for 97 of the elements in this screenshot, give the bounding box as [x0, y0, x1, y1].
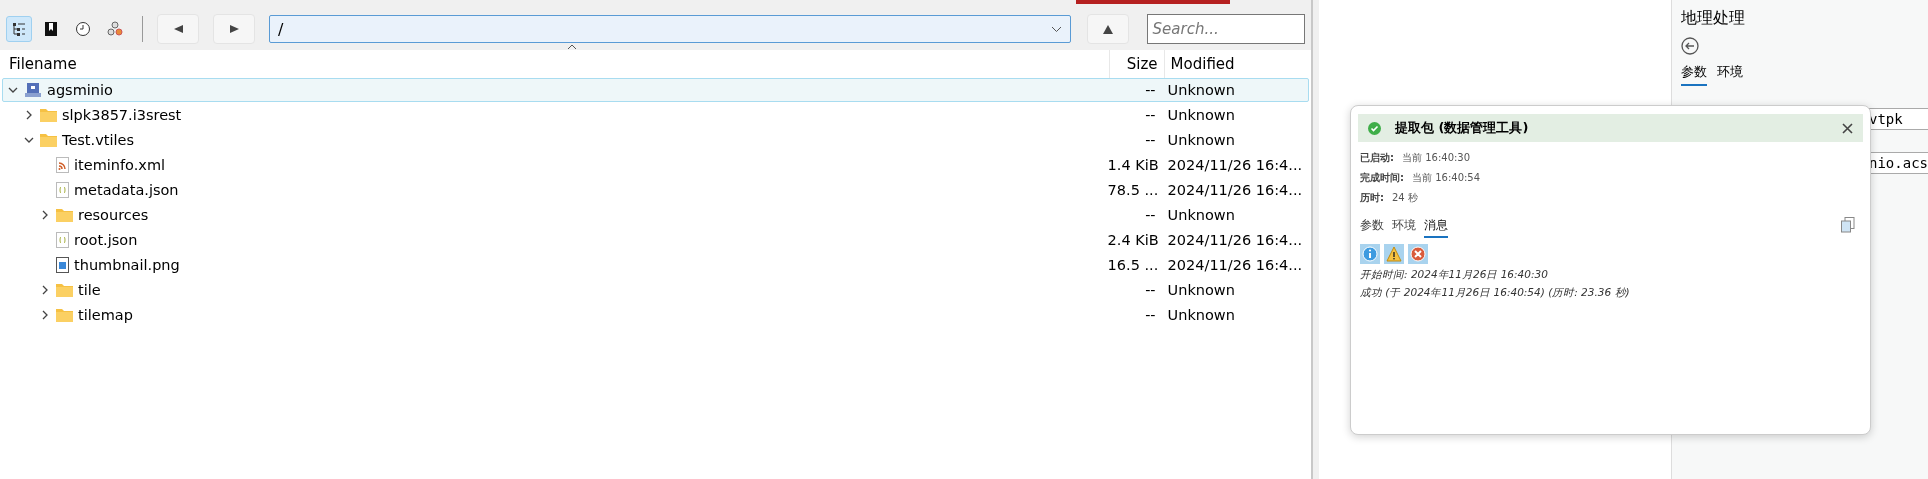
bookmark-icon	[43, 21, 59, 37]
collapsed-chevron-icon[interactable]	[40, 310, 50, 320]
file-size: --	[1144, 107, 1157, 123]
file-modified: Unknown	[1166, 132, 1236, 148]
sort-caret-icon	[567, 44, 577, 50]
info-value: 当前 16:40:30	[1402, 151, 1471, 165]
forward-button[interactable]	[213, 14, 255, 44]
file-modified: Unknown	[1166, 282, 1236, 298]
file-name: Test.vtiles	[62, 132, 134, 148]
file-name: agsminio	[47, 82, 113, 98]
popup-tab[interactable]: 环境	[1392, 217, 1416, 238]
expanded-chevron-icon[interactable]	[8, 85, 18, 95]
back-arrow-icon	[173, 25, 183, 33]
collapsed-chevron-icon[interactable]	[40, 285, 50, 295]
file-name: iteminfo.xml	[74, 157, 166, 173]
popup-tab[interactable]: 参数	[1360, 217, 1384, 238]
file-size: 16.5 ...	[1107, 257, 1160, 273]
json-file-icon	[56, 232, 69, 248]
message-filter-button[interactable]	[1408, 244, 1428, 264]
file-row[interactable]: tile -- Unknown	[2, 278, 1309, 302]
file-row[interactable]: thumbnail.png 16.5 ... 2024/11/26 16:4...	[2, 253, 1309, 277]
file-name: thumbnail.png	[74, 257, 180, 273]
file-size: 2.4 KiB	[1107, 232, 1160, 248]
back-circle-icon[interactable]	[1681, 37, 1699, 55]
up-arrow-icon	[1102, 24, 1113, 34]
file-row[interactable]: resources -- Unknown	[2, 203, 1309, 227]
message-filter-button[interactable]	[1384, 244, 1404, 264]
popup-title: 提取包 (数据管理工具)	[1395, 119, 1530, 137]
back-button[interactable]	[157, 14, 199, 44]
file-modified: Unknown	[1166, 207, 1236, 223]
column-header[interactable]: Filename	[0, 55, 1109, 73]
file-row[interactable]: root.json 2.4 KiB 2024/11/26 16:4...	[2, 228, 1309, 252]
file-modified: 2024/11/26 16:4...	[1166, 257, 1304, 273]
file-row[interactable]: iteminfo.xml 1.4 KiB 2024/11/26 16:4...	[2, 153, 1309, 177]
file-size: --	[1144, 282, 1157, 298]
file-size: 1.4 KiB	[1107, 157, 1160, 173]
folder-icon	[56, 283, 73, 297]
error-icon	[1410, 246, 1426, 262]
file-name: tile	[78, 282, 101, 298]
folder-icon	[56, 208, 73, 222]
popup-tab[interactable]: 消息	[1424, 217, 1448, 238]
file-row[interactable]: agsminio -- Unknown	[2, 78, 1309, 102]
file-modified: 2024/11/26 16:4...	[1166, 182, 1304, 198]
tree-view-icon	[11, 21, 27, 37]
file-name: tilemap	[78, 307, 133, 323]
forward-arrow-icon	[229, 25, 239, 33]
search-field[interactable]: Search...	[1146, 14, 1305, 44]
warning-icon	[1386, 246, 1402, 262]
expanded-chevron-icon[interactable]	[24, 135, 34, 145]
file-size: --	[1144, 307, 1157, 323]
drive-icon	[24, 82, 42, 98]
file-row[interactable]: slpk3857.i3srest -- Unknown	[2, 103, 1309, 127]
file-name: slpk3857.i3srest	[62, 107, 182, 123]
folder-icon	[40, 108, 57, 122]
file-size: --	[1144, 82, 1157, 98]
image-file-icon	[56, 257, 69, 273]
network-icon	[107, 21, 123, 37]
folder-icon	[40, 133, 57, 147]
close-icon[interactable]	[1842, 122, 1853, 134]
file-size: 78.5 ...	[1107, 182, 1160, 198]
file-modified: Unknown	[1166, 307, 1236, 323]
folder-icon	[56, 308, 73, 322]
file-modified: 2024/11/26 16:4...	[1166, 232, 1304, 248]
pane-title: 地理处理	[1681, 8, 1746, 29]
file-modified: Unknown	[1166, 82, 1236, 98]
info-label: 历时:	[1360, 191, 1384, 205]
file-row[interactable]: metadata.json 78.5 ... 2024/11/26 16:4...	[2, 178, 1309, 202]
file-size: --	[1144, 207, 1157, 223]
info-value: 24 秒	[1392, 191, 1418, 205]
file-modified: Unknown	[1166, 107, 1236, 123]
pane-tab[interactable]: 参数	[1681, 63, 1707, 86]
file-row[interactable]: Test.vtiles -- Unknown	[2, 128, 1309, 152]
success-check-icon	[1368, 121, 1381, 135]
collapsed-chevron-icon[interactable]	[40, 210, 50, 220]
up-button[interactable]	[1086, 14, 1129, 44]
file-name: root.json	[74, 232, 138, 248]
copy-icon[interactable]	[1841, 217, 1855, 233]
clock-icon	[75, 21, 91, 37]
file-size: --	[1144, 132, 1157, 148]
info-label: 完成时间:	[1360, 171, 1404, 185]
dropdown-caret-icon	[1050, 25, 1062, 33]
message-line: 开始时间: 2024年11月26日 16:40:30	[1360, 268, 1549, 282]
message-filter-button[interactable]	[1360, 244, 1380, 264]
file-modified: 2024/11/26 16:4...	[1166, 157, 1304, 173]
info-icon	[1362, 246, 1378, 262]
file-row[interactable]: tilemap -- Unknown	[2, 303, 1309, 327]
file-name: resources	[78, 207, 149, 223]
json-file-icon	[56, 182, 69, 198]
info-value: 当前 16:40:54	[1412, 171, 1481, 185]
path-field[interactable]: /	[269, 15, 1071, 43]
file-name: metadata.json	[74, 182, 179, 198]
pane-tab[interactable]: 环境	[1717, 63, 1743, 86]
view-toggle[interactable]	[6, 16, 32, 42]
feed-file-icon	[56, 157, 69, 173]
message-line: 成功 (于 2024年11月26日 16:40:54) (历时: 23.36 秒)	[1360, 286, 1631, 300]
info-label: 已启动:	[1360, 151, 1394, 165]
collapsed-chevron-icon[interactable]	[24, 110, 34, 120]
